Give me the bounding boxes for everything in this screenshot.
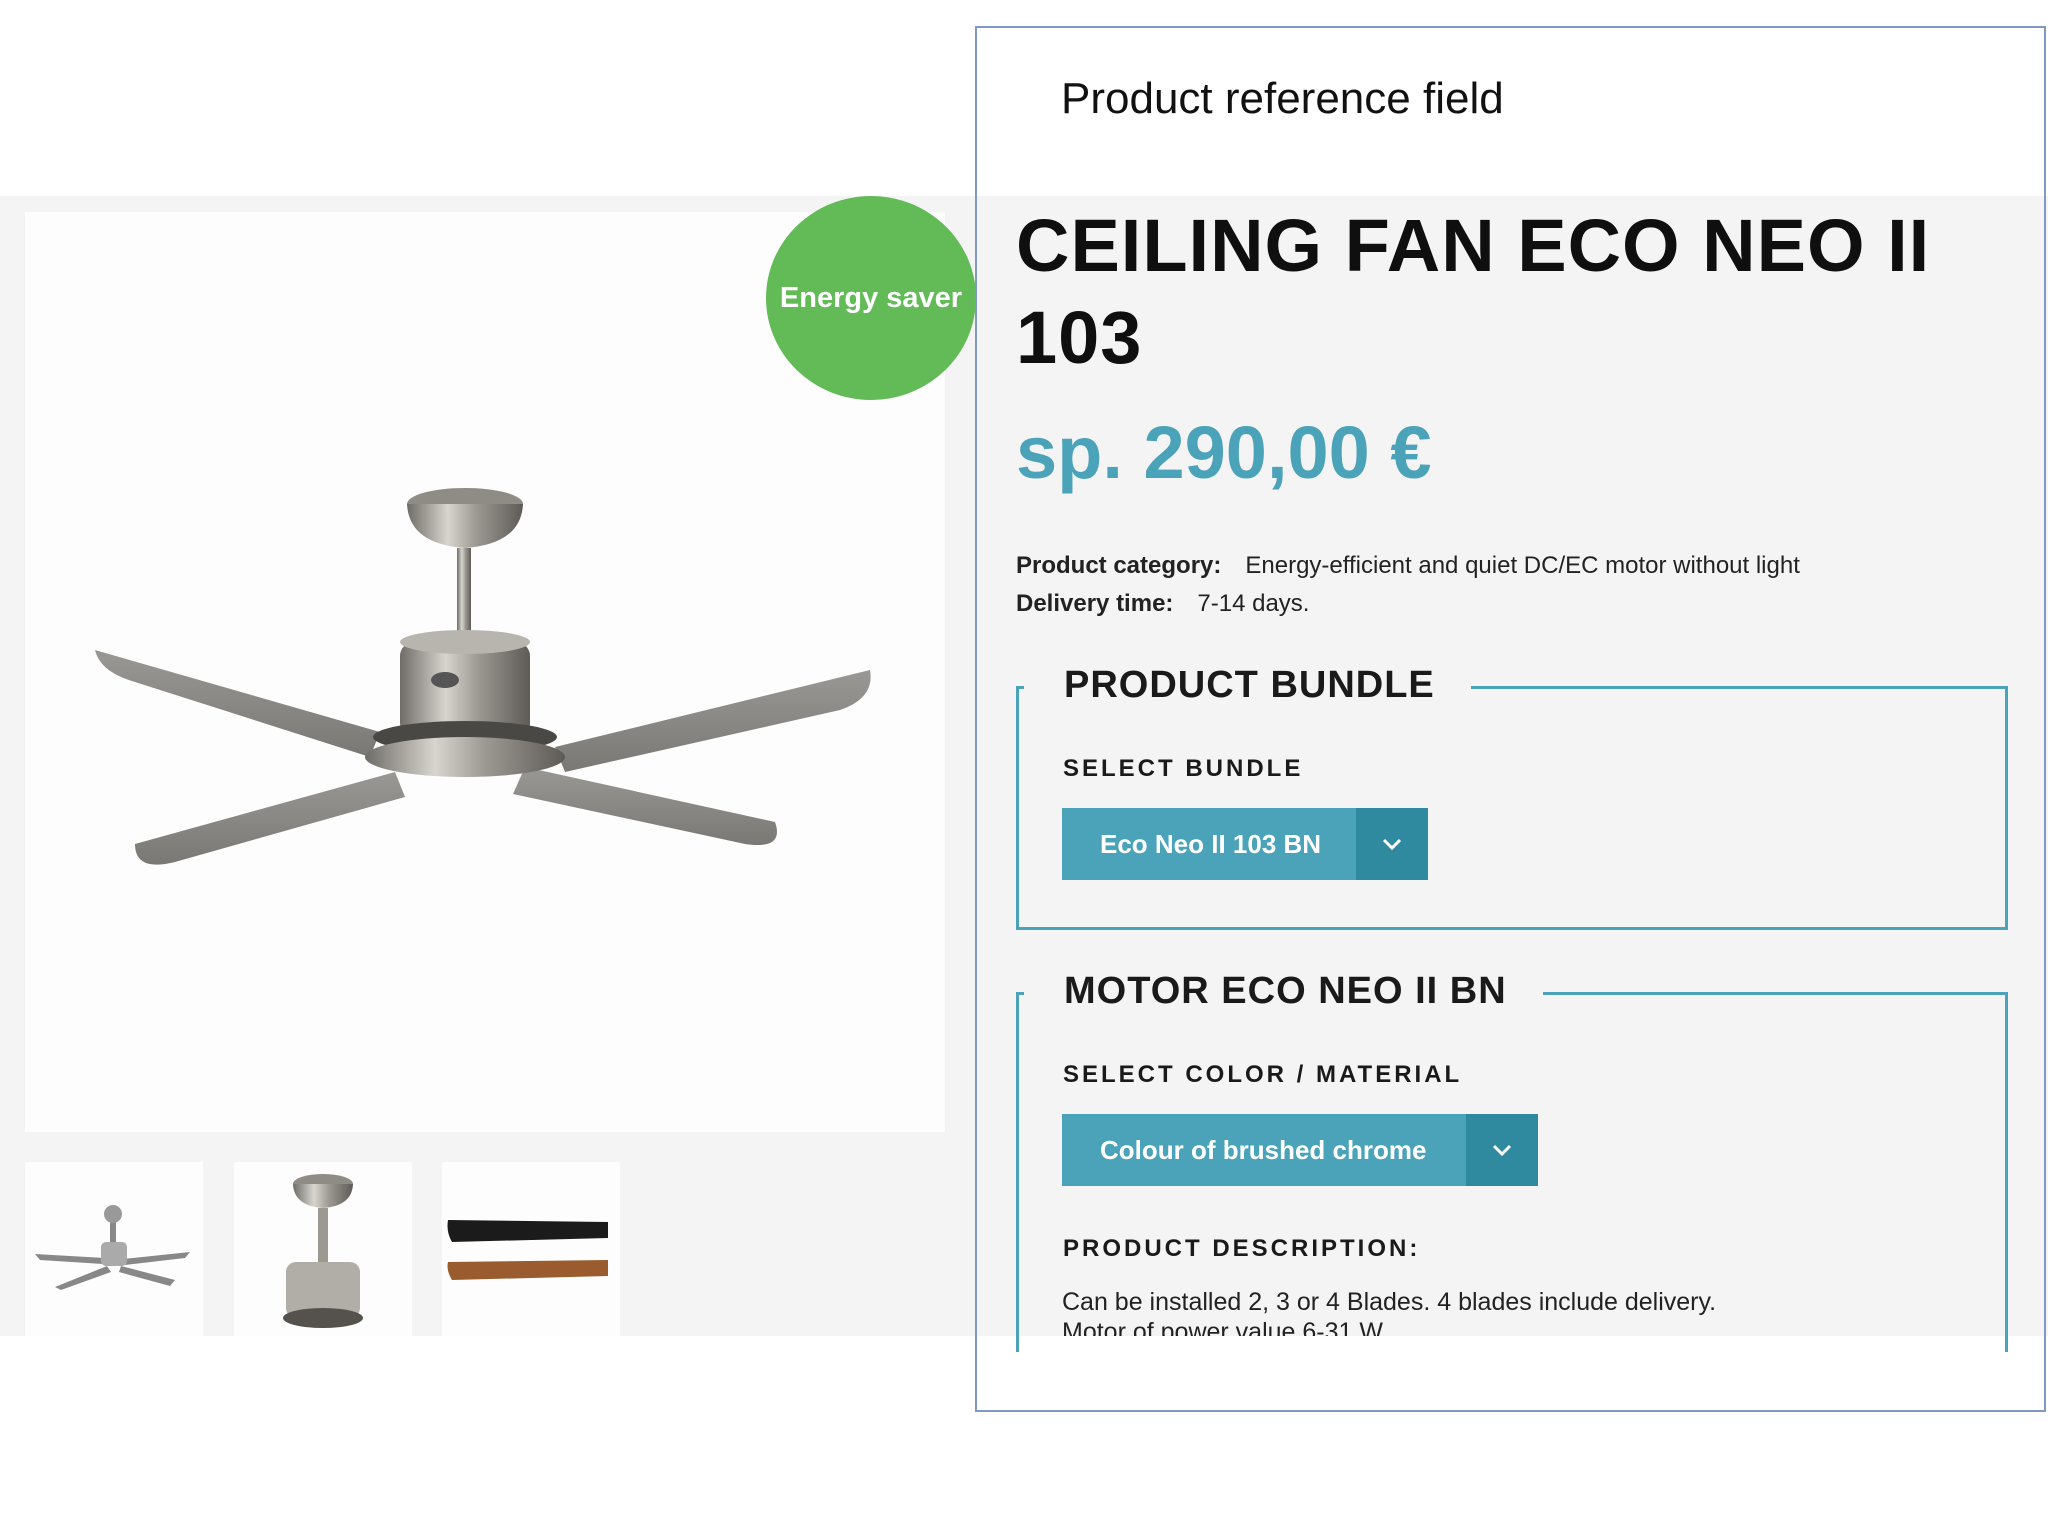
delivery-time-value: 7-14 days. — [1197, 590, 1310, 617]
product-category-label: Product category: — [1016, 552, 1222, 579]
product-title: CEILING FAN ECO NEO II 103 — [1016, 204, 1931, 379]
delivery-time-row: Delivery time: 7-14 days. — [1016, 590, 1309, 618]
product-price: sp. 290,00 € — [1016, 411, 1432, 494]
fan-thumbnail — [35, 1205, 190, 1290]
product-bundle-legend: PRODUCT BUNDLE — [1024, 664, 1471, 707]
thumbnail-fan[interactable] — [25, 1162, 203, 1336]
select-color-label: SELECT COLOR / MATERIAL — [1063, 1061, 1463, 1088]
bundle-select[interactable]: Eco Neo II 103 BN — [1062, 808, 1428, 880]
motor-legend: MOTOR ECO NEO II BN — [1024, 970, 1543, 1013]
description-clip: Motor of power value 6-31 W — [1062, 1318, 1962, 1336]
product-description-line: Can be installed 2, 3 or 4 Blades. 4 bla… — [1062, 1288, 1717, 1316]
thumbnail-motor[interactable] — [234, 1162, 412, 1336]
color-material-select[interactable]: Colour of brushed chrome — [1062, 1114, 1538, 1186]
chevron-down-icon[interactable] — [1356, 808, 1428, 880]
select-bundle-label: SELECT BUNDLE — [1063, 755, 1304, 782]
color-select-value: Colour of brushed chrome — [1100, 1134, 1427, 1165]
annotation-label: Product reference field — [1061, 74, 1504, 123]
product-category-value: Energy-efficient and quiet DC/EC motor w… — [1245, 552, 1800, 579]
chevron-down-icon[interactable] — [1466, 1114, 1538, 1186]
header-whitespace — [766, 150, 986, 196]
energy-saver-badge: Energy saver — [766, 196, 976, 400]
blades-thumbnail — [447, 1220, 608, 1280]
energy-saver-label: Energy saver — [779, 281, 963, 314]
product-description-label: PRODUCT DESCRIPTION: — [1063, 1235, 1421, 1262]
delivery-time-label: Delivery time: — [1016, 590, 1174, 617]
product-description-line-2: Motor of power value 6-31 W — [1062, 1318, 1383, 1336]
motor-thumbnail — [283, 1174, 363, 1328]
thumbnail-blades[interactable] — [442, 1162, 620, 1336]
bundle-select-value: Eco Neo II 103 BN — [1100, 828, 1322, 859]
product-category-row: Product category: Energy-efficient and qu… — [1016, 552, 1800, 580]
